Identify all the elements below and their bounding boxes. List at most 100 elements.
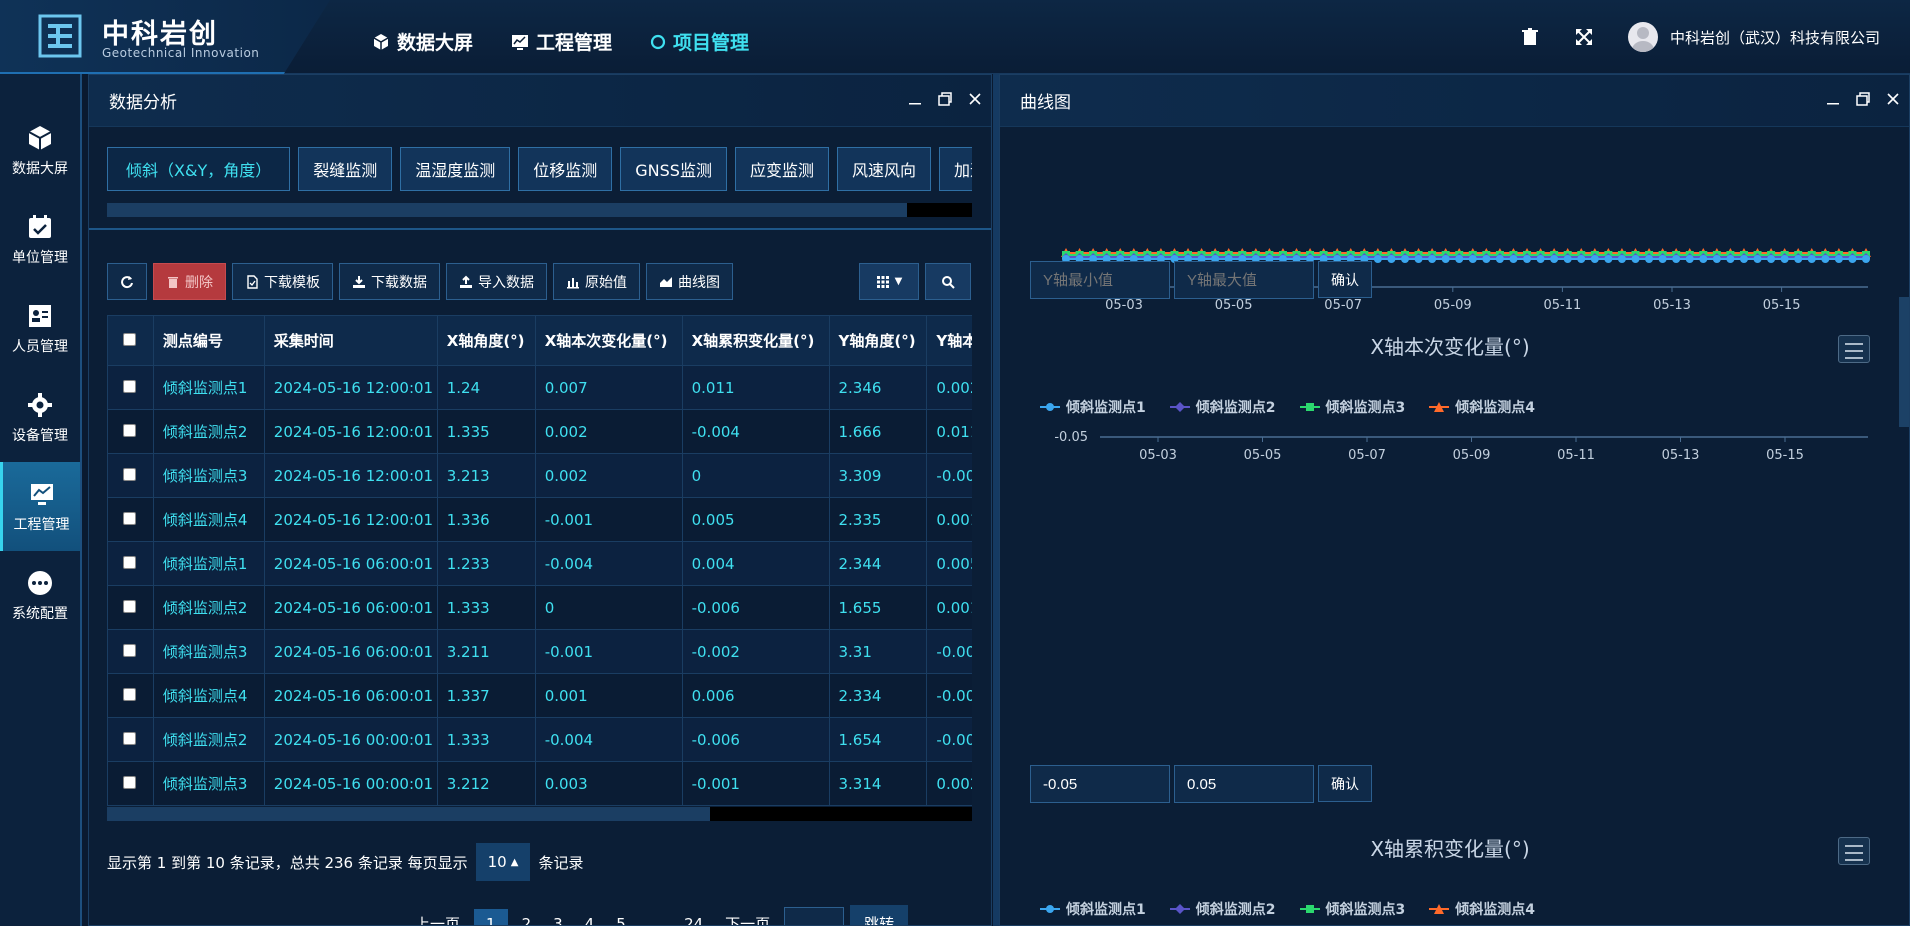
col-x-angle[interactable]: X轴角度(°) [436, 315, 536, 366]
table-cell[interactable]: 倾斜监测点3 [152, 761, 265, 806]
sidebar-item-devices[interactable]: 设备管理 [0, 373, 80, 462]
fullscreen-icon[interactable] [1574, 27, 1594, 47]
table-row[interactable]: 倾斜监测点1 2024-05-16 12:00:01 1.24 0.007 0.011 2… [107, 365, 972, 410]
legend-item-1[interactable]: 倾斜监测点1 [1040, 899, 1146, 919]
page-size-select[interactable]: 10 ▲ [475, 843, 531, 881]
download-template-button[interactable]: 下载模板 [232, 263, 333, 300]
y-max-input[interactable] [1174, 261, 1314, 299]
page-link[interactable]: 2 [514, 911, 540, 926]
table-cell[interactable]: 倾斜监测点3 [152, 629, 265, 674]
table-row[interactable]: 倾斜监测点4 2024-05-16 12:00:01 1.336 -0.001 0.00… [107, 497, 972, 542]
brand-logo[interactable]: 中科岩创 Geotechnical Innovation [0, 0, 330, 74]
close-icon[interactable] [1885, 91, 1901, 107]
columns-toggle-button[interactable]: ▼ [859, 263, 919, 300]
restore-icon[interactable] [937, 91, 953, 107]
sidebar-item-personnel[interactable]: 人员管理 [0, 284, 80, 373]
download-data-button[interactable]: 下载数据 [339, 263, 440, 300]
close-icon[interactable] [967, 91, 983, 107]
curve-chart-button[interactable]: 曲线图 [646, 263, 733, 300]
table-cell[interactable]: 倾斜监测点4 [152, 673, 265, 718]
legend-item-3[interactable]: 倾斜监测点3 [1299, 397, 1405, 417]
table-row[interactable]: 倾斜监测点3 2024-05-16 06:00:01 3.211 -0.001 -0.0… [107, 629, 972, 674]
prev-page-link[interactable]: 上一页 [407, 909, 468, 925]
delete-button[interactable]: 删除 [153, 263, 226, 300]
jump-button[interactable]: 跳转 [850, 905, 909, 925]
row-checkbox[interactable] [107, 717, 154, 762]
sidebar-item-projects[interactable]: 工程管理 [0, 462, 80, 551]
type-tab-acceleration[interactable]: 加速 [938, 147, 972, 191]
col-point-id[interactable]: 测点编号 [152, 315, 265, 366]
legend-item-2[interactable]: 倾斜监测点2 [1169, 397, 1276, 417]
top-nav-data-screen[interactable]: 数据大屏 [372, 28, 473, 55]
table-row[interactable]: 倾斜监测点4 2024-05-16 06:00:01 1.337 0.001 0.006… [107, 673, 972, 718]
y-min-input[interactable] [1030, 765, 1170, 803]
table-row[interactable]: 倾斜监测点2 2024-05-16 06:00:01 1.333 0 -0.006 1.6… [107, 585, 972, 630]
hamburger-icon[interactable] [1838, 837, 1870, 865]
type-tab-strain[interactable]: 应变监测 [734, 147, 829, 191]
sidebar-item-settings[interactable]: 系统配置 [0, 551, 80, 640]
page-link[interactable]: 3 [545, 911, 571, 926]
confirm-button[interactable]: 确认 [1318, 765, 1372, 802]
type-tab-gnss[interactable]: GNSS监测 [620, 147, 727, 191]
type-tab-crack[interactable]: 裂缝监测 [298, 147, 393, 191]
legend-item-4[interactable]: 倾斜监测点4 [1429, 899, 1535, 919]
table-cell[interactable]: 倾斜监测点2 [152, 717, 265, 762]
company-name[interactable]: 中科岩创（武汉）科技有限公司 [1670, 27, 1880, 48]
y-max-input[interactable] [1174, 765, 1314, 803]
col-x-cumulative[interactable]: X轴累积变化量(°) [681, 315, 830, 366]
page-link[interactable]: 4 [577, 911, 603, 926]
row-checkbox[interactable] [107, 409, 154, 454]
avatar[interactable] [1627, 22, 1658, 52]
row-checkbox[interactable] [107, 629, 154, 674]
select-all-checkbox[interactable] [107, 315, 154, 366]
type-tab-tilt[interactable]: 倾斜（X&Y，角度） [107, 147, 291, 191]
confirm-button[interactable]: 确认 [1318, 261, 1372, 298]
page-link[interactable]: 24 [676, 911, 711, 926]
col-collect-time[interactable]: 采集时间 [263, 315, 438, 366]
hamburger-icon[interactable] [1838, 335, 1870, 363]
type-tab-wind[interactable]: 风速风向 [836, 147, 931, 191]
row-checkbox[interactable] [107, 761, 154, 806]
table-cell[interactable]: 倾斜监测点3 [152, 453, 265, 498]
row-checkbox[interactable] [107, 365, 154, 410]
table-scrollbar[interactable] [107, 807, 972, 821]
table-cell[interactable]: 倾斜监测点4 [152, 497, 265, 542]
row-checkbox[interactable] [107, 673, 154, 718]
search-button[interactable] [925, 263, 971, 300]
table-cell[interactable]: 倾斜监测点2 [152, 409, 265, 454]
sidebar-item-data-screen[interactable]: 数据大屏 [0, 106, 80, 195]
top-nav-item-mgmt[interactable]: 项目管理 [650, 28, 749, 55]
refresh-button[interactable] [107, 263, 147, 300]
legend-item-4[interactable]: 倾斜监测点4 [1429, 397, 1535, 417]
sidebar-item-units[interactable]: 单位管理 [0, 195, 80, 284]
table-row[interactable]: 倾斜监测点3 2024-05-16 12:00:01 3.213 0.002 0 3.30… [107, 453, 972, 498]
col-y-change[interactable]: Y轴本 [926, 315, 972, 366]
restore-icon[interactable] [1855, 91, 1871, 107]
legend-item-2[interactable]: 倾斜监测点2 [1169, 899, 1276, 919]
raw-value-button[interactable]: 原始值 [553, 263, 640, 300]
type-tab-temp-humidity[interactable]: 温湿度监测 [400, 147, 511, 191]
table-cell[interactable]: 倾斜监测点1 [152, 365, 265, 410]
y-min-input[interactable] [1030, 261, 1170, 299]
top-nav-project-mgmt[interactable]: 工程管理 [511, 28, 612, 55]
table-row[interactable]: 倾斜监测点3 2024-05-16 00:00:01 3.212 0.003 -0.00… [107, 761, 972, 806]
minimize-icon[interactable] [1825, 91, 1841, 107]
jump-page-input[interactable] [784, 906, 845, 925]
table-cell[interactable]: 倾斜监测点1 [152, 541, 265, 586]
table-row[interactable]: 倾斜监测点1 2024-05-16 06:00:01 1.233 -0.004 0.00… [107, 541, 972, 586]
import-data-button[interactable]: 导入数据 [446, 263, 547, 300]
next-page-link[interactable]: 下一页 [717, 909, 778, 925]
col-y-angle[interactable]: Y轴角度(°) [828, 315, 928, 366]
type-tab-displacement[interactable]: 位移监测 [518, 147, 613, 191]
type-bar-scrollbar[interactable] [107, 203, 972, 217]
minimize-icon[interactable] [907, 91, 923, 107]
panel-header[interactable]: 数据分析 [89, 75, 991, 127]
table-cell[interactable]: 倾斜监测点2 [152, 585, 265, 630]
row-checkbox[interactable] [107, 541, 154, 586]
row-checkbox[interactable] [107, 453, 154, 498]
table-row[interactable]: 倾斜监测点2 2024-05-16 00:00:01 1.333 -0.004 -0.0… [107, 717, 972, 762]
legend-item-3[interactable]: 倾斜监测点3 [1299, 899, 1405, 919]
table-row[interactable]: 倾斜监测点2 2024-05-16 12:00:01 1.335 0.002 -0.00… [107, 409, 972, 454]
panel-header[interactable]: 曲线图 [1000, 75, 1909, 127]
row-checkbox[interactable] [107, 497, 154, 542]
